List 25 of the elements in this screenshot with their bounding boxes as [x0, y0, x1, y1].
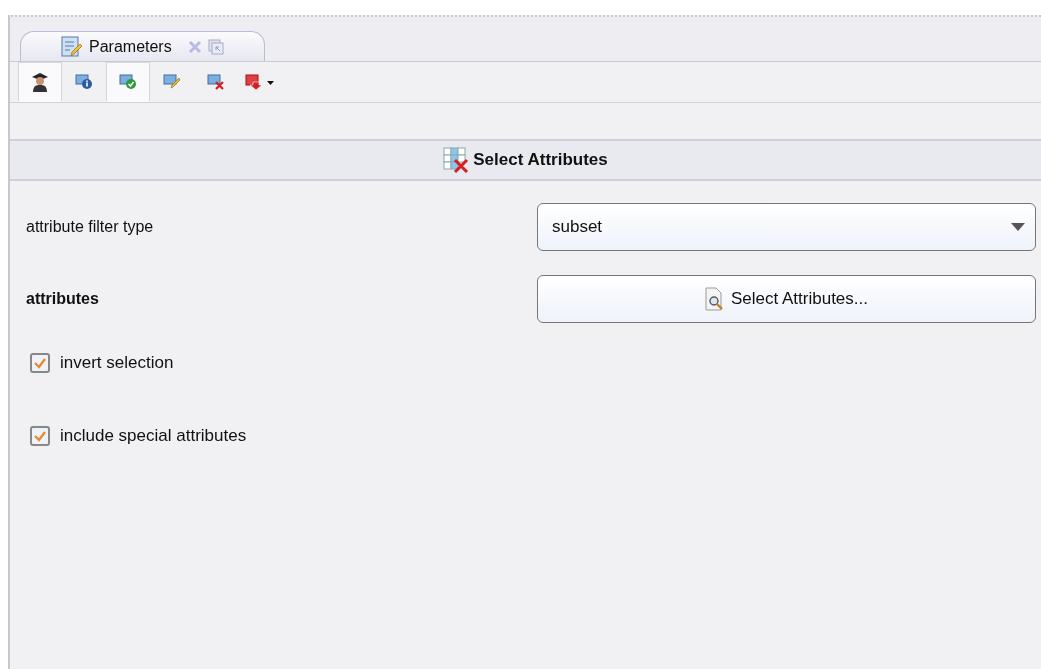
undock-icon[interactable] — [207, 38, 224, 55]
table-delete-icon — [443, 147, 470, 173]
checkbox[interactable] — [30, 353, 50, 373]
select-attributes-button[interactable]: Select Attributes... — [537, 275, 1036, 323]
checkbox-label: include special attributes — [60, 426, 247, 446]
pencil-icon — [163, 74, 181, 90]
parameter-label: attribute filter type — [26, 218, 155, 236]
graduate-icon — [31, 72, 49, 92]
check-button[interactable] — [106, 62, 150, 102]
info-icon — [75, 74, 93, 90]
parameter-label: attributes — [26, 290, 100, 308]
checkmark-icon — [33, 357, 47, 369]
expert-button[interactable] — [18, 62, 62, 102]
edit-document-icon — [61, 35, 83, 58]
parameters-tab[interactable]: Parameters — [20, 31, 265, 61]
checkbox-label: invert selection — [60, 353, 174, 373]
export-icon — [245, 74, 275, 90]
document-search-icon — [705, 287, 725, 311]
delete-icon — [207, 74, 225, 90]
checkmark-icon — [33, 430, 47, 442]
check-icon — [119, 74, 137, 90]
filter-type-dropdown[interactable]: subset — [537, 203, 1036, 251]
section-title: Select Attributes — [473, 150, 608, 170]
dropdown-arrow-icon — [1011, 223, 1025, 231]
checkbox[interactable] — [30, 426, 50, 446]
